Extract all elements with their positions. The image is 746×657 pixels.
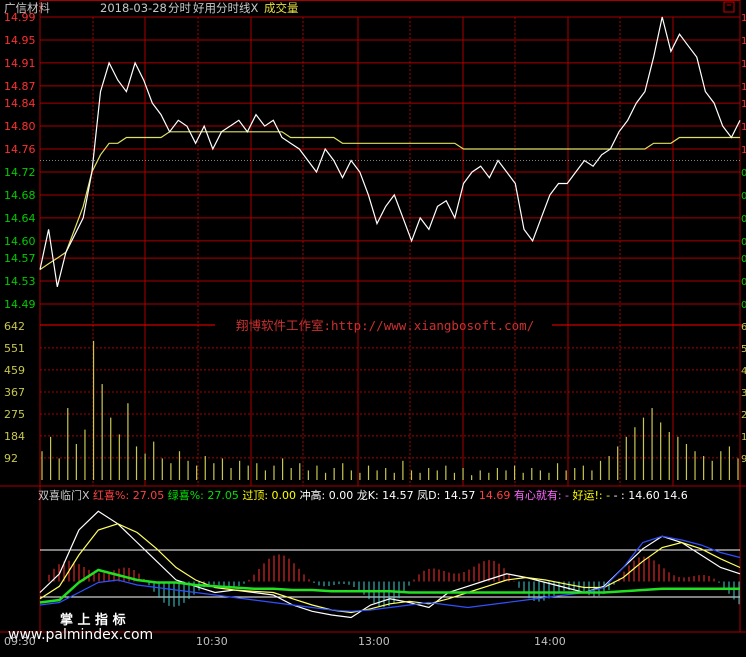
right-tick-marker: 0 — [741, 300, 746, 311]
price-tick-label: 14.64 — [4, 212, 36, 225]
volume-tick-label: 551 — [4, 342, 25, 355]
indicator-name[interactable]: 好用分时线X — [193, 1, 258, 15]
indicator-value: 14.69 — [479, 489, 514, 502]
right-tick-marker: 1 — [741, 145, 746, 156]
price-tick-label: 14.60 — [4, 235, 36, 248]
volume-tick-label: 367 — [4, 386, 25, 399]
price-tick-label: 14.49 — [4, 298, 36, 311]
price-tick-label: 14.80 — [4, 120, 36, 133]
chart-mode: 分时 — [168, 1, 191, 15]
indicator-value: 好运!: - — [573, 488, 614, 502]
time-tick-label: 09:30 — [4, 635, 36, 648]
indicator-value: 双喜临门X — [38, 488, 93, 502]
price-tick-label: 14.68 — [4, 189, 36, 202]
right-volume-marker: 3 — [741, 388, 746, 399]
time-tick-label: 13:00 — [358, 635, 390, 648]
volume-tick-label: 92 — [4, 452, 18, 465]
right-tick-marker: 1 — [741, 36, 746, 47]
right-volume-marker: 5 — [741, 344, 746, 355]
right-tick-marker: 0 — [741, 214, 746, 225]
indicator-value: - : 14.60 — [614, 489, 664, 502]
price-tick-label: 14.57 — [4, 252, 36, 265]
right-tick-marker: 1 — [741, 59, 746, 70]
indicator-values-bar: 双喜临门X 红喜%: 27.05 绿喜%: 27.05 过顶: 0.00 冲高:… — [38, 488, 688, 502]
indicator-value: 14.6 — [663, 489, 688, 502]
price-tick-label: 14.72 — [4, 166, 36, 179]
watermark-text: 翔博软件工作室:http://www.xiangbosoft.com/ — [236, 318, 534, 333]
price-tick-label: 14.95 — [4, 34, 36, 47]
price-tick-label: 14.87 — [4, 80, 36, 93]
right-volume-marker: 2 — [741, 410, 746, 421]
indicator-value: 过顶: 0.00 — [242, 489, 299, 502]
price-tick-label: 14.84 — [4, 97, 36, 110]
chart-date: 2018-03-28 — [100, 1, 167, 15]
volume-tick-label: 459 — [4, 364, 25, 377]
indicator-value: 凤D: 14.57 — [417, 489, 479, 502]
right-volume-marker: 1 — [741, 432, 746, 443]
price-tick-label: 14.99 — [4, 11, 36, 24]
indicator-value: 有心就有: - — [514, 488, 573, 502]
logo-text: 掌 上 指 标 — [60, 612, 126, 628]
chart-window: 广信材料 2018-03-28 分时 好用分时线X 成交量 14.99 14.95… — [0, 0, 746, 653]
indicator-value: 绿喜%: 27.05 — [168, 488, 243, 502]
right-tick-marker: 0 — [741, 237, 746, 248]
volume-tick-label: 275 — [4, 408, 25, 421]
volume-tick-label: 184 — [4, 430, 25, 443]
time-tick-label: 14:00 — [534, 635, 566, 648]
indicator-value: 冲高: 0.00 — [300, 488, 357, 502]
right-tick-marker: 0 — [741, 168, 746, 179]
price-tick-label: 14.76 — [4, 143, 36, 156]
volume-tick-label: 642 — [4, 320, 25, 333]
intraday-chart: 广信材料 2018-03-28 分时 好用分时线X 成交量 14.9914.95… — [0, 0, 746, 653]
indicator-value: 红喜%: 27.05 — [93, 489, 168, 502]
right-tick-marker: 0 — [741, 277, 746, 288]
right-volume-marker: 6 — [741, 322, 746, 333]
right-tick-marker: 1 — [741, 122, 746, 133]
price-tick-label: 14.91 — [4, 57, 36, 70]
indicator-value: 龙K: 14.57 — [357, 489, 417, 502]
right-tick-marker: 1 — [741, 99, 746, 110]
right-tick-marker: 0 — [741, 254, 746, 265]
right-tick-marker: 0 — [741, 191, 746, 202]
volume-label[interactable]: 成交量 — [264, 1, 299, 15]
right-tick-marker: 1 — [741, 13, 746, 24]
right-tick-marker: 1 — [741, 82, 746, 93]
time-tick-label: 10:30 — [196, 635, 228, 648]
price-tick-label: 14.53 — [4, 275, 36, 288]
indicator-values-text: 双喜临门X 红喜%: 27.05 绿喜%: 27.05 过顶: 0.00 冲高:… — [38, 488, 688, 502]
right-volume-marker: 9 — [741, 454, 746, 465]
right-volume-marker: 4 — [741, 366, 746, 377]
